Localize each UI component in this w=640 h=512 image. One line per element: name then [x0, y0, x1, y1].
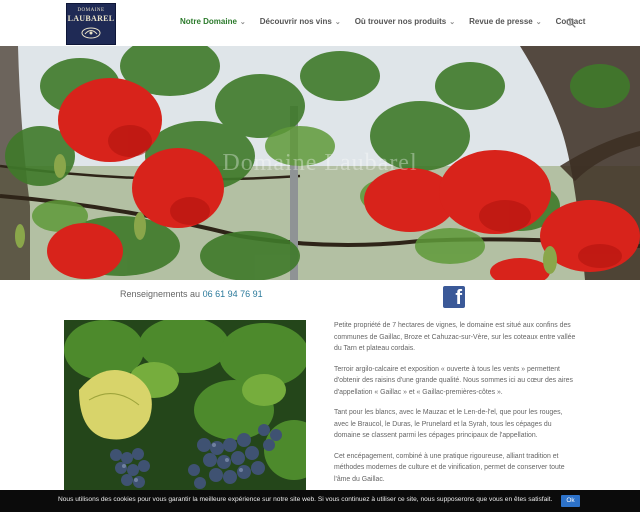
search-icon[interactable]: [566, 18, 576, 28]
cookie-message: Nous utilisons des cookies pour vous gar…: [58, 496, 553, 503]
nav-label: Où trouver nos produits: [354, 17, 447, 26]
logo-line-2: LAUBAREL: [67, 14, 115, 23]
site-header: DOMAINE LAUBAREL Notre Domaine ⌄ Découvr…: [0, 0, 640, 46]
site-logo[interactable]: DOMAINE LAUBAREL: [66, 3, 116, 45]
nav-item-ou-trouver-nos-produits[interactable]: Où trouver nos produits ⌄: [355, 17, 455, 26]
nav-item-revue-de-presse[interactable]: Revue de presse ⌄: [469, 17, 541, 26]
paragraph-cepages: Tant pour les blancs, avec le Mauzac et …: [334, 409, 563, 439]
contact-prefix: Renseignements au: [120, 289, 201, 299]
facebook-icon[interactable]: f: [443, 286, 465, 308]
phone-link[interactable]: 06 61 94 76 91: [203, 289, 263, 299]
hero-banner: Domaine Laubarel: [0, 46, 640, 280]
grapes-photo: [64, 320, 306, 490]
paragraph-terroir: Terroir argilo-calcaire et exposition « …: [334, 365, 573, 396]
main-navigation: Notre Domaine ⌄ Découvrir nos vins ⌄ Où …: [180, 17, 599, 26]
chevron-down-icon: ⌄: [239, 18, 246, 26]
nav-item-notre-domaine[interactable]: Notre Domaine ⌄: [180, 17, 246, 26]
nav-label: Découvrir nos vins: [259, 17, 332, 26]
nav-item-decouvrir-nos-vins[interactable]: Découvrir nos vins ⌄: [260, 17, 341, 26]
nav-label: Notre Domaine: [180, 17, 237, 26]
intro-text: Petite propriété de 7 hectares de vignes…: [334, 320, 576, 494]
logo-line-1: DOMAINE: [77, 8, 105, 13]
chevron-down-icon: ⌄: [449, 18, 456, 26]
logo-emblem-icon: [81, 27, 101, 39]
cookie-banner: Nous utilisons des cookies pour vous gar…: [0, 490, 640, 512]
paragraph-location: Petite propriété de 7 hectares de vignes…: [334, 322, 576, 352]
nav-label: Revue de presse: [469, 17, 533, 26]
grapes-image: [64, 320, 306, 490]
chevron-down-icon: ⌄: [334, 18, 341, 26]
chevron-down-icon: ⌄: [535, 18, 542, 26]
hero-title: Domaine Laubarel: [222, 150, 418, 176]
paragraph-encepagement: Cet encépagement, combiné à une pratique…: [334, 452, 565, 483]
contact-info: Renseignements au 06 61 94 76 91: [120, 289, 263, 299]
cookie-ok-button[interactable]: Ok: [561, 495, 580, 507]
